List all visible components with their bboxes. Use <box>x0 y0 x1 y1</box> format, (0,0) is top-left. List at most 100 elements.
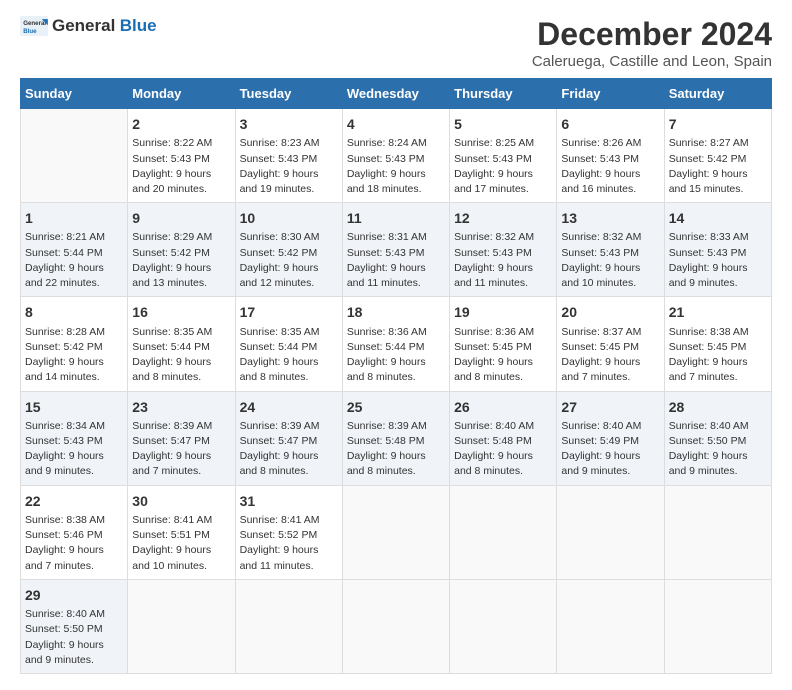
calendar-day-cell <box>664 485 771 579</box>
calendar-header-cell: Wednesday <box>342 79 449 109</box>
sunrise-text: Sunrise: 8:27 AM <box>669 137 749 149</box>
daylight-text: Daylight: 9 hours and 10 minutes. <box>561 262 640 289</box>
daylight-text: Daylight: 9 hours and 19 minutes. <box>240 168 319 195</box>
daylight-text: Daylight: 9 hours and 9 minutes. <box>25 639 104 666</box>
calendar-day-cell: 29Sunrise: 8:40 AMSunset: 5:50 PMDayligh… <box>21 579 128 673</box>
calendar-header-cell: Thursday <box>450 79 557 109</box>
sunrise-text: Sunrise: 8:40 AM <box>454 420 534 432</box>
sunset-text: Sunset: 5:44 PM <box>347 341 425 353</box>
calendar-day-cell: 11Sunrise: 8:31 AMSunset: 5:43 PMDayligh… <box>342 203 449 297</box>
sunrise-text: Sunrise: 8:35 AM <box>240 326 320 338</box>
daylight-text: Daylight: 9 hours and 18 minutes. <box>347 168 426 195</box>
sunrise-text: Sunrise: 8:36 AM <box>454 326 534 338</box>
sunset-text: Sunset: 5:49 PM <box>561 435 639 447</box>
sunset-text: Sunset: 5:45 PM <box>454 341 532 353</box>
day-number: 3 <box>240 114 338 134</box>
day-number: 7 <box>669 114 767 134</box>
sunset-text: Sunset: 5:48 PM <box>347 435 425 447</box>
day-number: 11 <box>347 208 445 228</box>
day-number: 13 <box>561 208 659 228</box>
calendar-day-cell <box>557 579 664 673</box>
calendar-header-cell: Monday <box>128 79 235 109</box>
sunset-text: Sunset: 5:52 PM <box>240 529 318 541</box>
day-number: 5 <box>454 114 552 134</box>
logo: General Blue General Blue <box>20 16 157 36</box>
calendar-day-cell: 7Sunrise: 8:27 AMSunset: 5:42 PMDaylight… <box>664 109 771 203</box>
calendar-day-cell <box>235 579 342 673</box>
day-number: 1 <box>25 208 123 228</box>
daylight-text: Daylight: 9 hours and 8 minutes. <box>454 450 533 477</box>
daylight-text: Daylight: 9 hours and 8 minutes. <box>454 356 533 383</box>
daylight-text: Daylight: 9 hours and 11 minutes. <box>454 262 533 289</box>
calendar-day-cell <box>342 485 449 579</box>
calendar-header-cell: Friday <box>557 79 664 109</box>
calendar-day-cell: 3Sunrise: 8:23 AMSunset: 5:43 PMDaylight… <box>235 109 342 203</box>
sunrise-text: Sunrise: 8:38 AM <box>25 514 105 526</box>
svg-text:Blue: Blue <box>23 28 37 35</box>
calendar-day-cell <box>21 109 128 203</box>
sunrise-text: Sunrise: 8:40 AM <box>669 420 749 432</box>
sunrise-text: Sunrise: 8:39 AM <box>132 420 212 432</box>
sunrise-text: Sunrise: 8:40 AM <box>561 420 641 432</box>
sunset-text: Sunset: 5:47 PM <box>132 435 210 447</box>
day-number: 6 <box>561 114 659 134</box>
calendar-day-cell: 8Sunrise: 8:28 AMSunset: 5:42 PMDaylight… <box>21 297 128 391</box>
calendar-week-row: 29Sunrise: 8:40 AMSunset: 5:50 PMDayligh… <box>21 579 772 673</box>
sunset-text: Sunset: 5:43 PM <box>454 153 532 165</box>
daylight-text: Daylight: 9 hours and 7 minutes. <box>669 356 748 383</box>
calendar-header-cell: Saturday <box>664 79 771 109</box>
day-number: 28 <box>669 397 767 417</box>
daylight-text: Daylight: 9 hours and 13 minutes. <box>132 262 211 289</box>
sunset-text: Sunset: 5:43 PM <box>454 247 532 259</box>
daylight-text: Daylight: 9 hours and 11 minutes. <box>240 544 319 571</box>
day-number: 18 <box>347 302 445 322</box>
calendar-day-cell: 15Sunrise: 8:34 AMSunset: 5:43 PMDayligh… <box>21 391 128 485</box>
sunrise-text: Sunrise: 8:24 AM <box>347 137 427 149</box>
sunset-text: Sunset: 5:42 PM <box>669 153 747 165</box>
calendar-day-cell <box>557 485 664 579</box>
sunrise-text: Sunrise: 8:38 AM <box>669 326 749 338</box>
calendar-day-cell: 12Sunrise: 8:32 AMSunset: 5:43 PMDayligh… <box>450 203 557 297</box>
subtitle: Caleruega, Castille and Leon, Spain <box>532 53 772 70</box>
calendar-day-cell <box>664 579 771 673</box>
sunrise-text: Sunrise: 8:32 AM <box>561 231 641 243</box>
day-number: 30 <box>132 491 230 511</box>
title-area: December 2024 Caleruega, Castille and Le… <box>532 16 772 70</box>
daylight-text: Daylight: 9 hours and 8 minutes. <box>347 450 426 477</box>
daylight-text: Daylight: 9 hours and 22 minutes. <box>25 262 104 289</box>
calendar-day-cell: 14Sunrise: 8:33 AMSunset: 5:43 PMDayligh… <box>664 203 771 297</box>
sunrise-text: Sunrise: 8:41 AM <box>132 514 212 526</box>
daylight-text: Daylight: 9 hours and 9 minutes. <box>25 450 104 477</box>
day-number: 29 <box>25 585 123 605</box>
day-number: 23 <box>132 397 230 417</box>
calendar-day-cell <box>128 579 235 673</box>
sunrise-text: Sunrise: 8:37 AM <box>561 326 641 338</box>
day-number: 4 <box>347 114 445 134</box>
calendar-week-row: 15Sunrise: 8:34 AMSunset: 5:43 PMDayligh… <box>21 391 772 485</box>
calendar-day-cell: 2Sunrise: 8:22 AMSunset: 5:43 PMDaylight… <box>128 109 235 203</box>
calendar-day-cell: 16Sunrise: 8:35 AMSunset: 5:44 PMDayligh… <box>128 297 235 391</box>
sunset-text: Sunset: 5:43 PM <box>132 153 210 165</box>
calendar-day-cell: 1Sunrise: 8:21 AMSunset: 5:44 PMDaylight… <box>21 203 128 297</box>
calendar-table: SundayMondayTuesdayWednesdayThursdayFrid… <box>20 78 772 674</box>
sunset-text: Sunset: 5:47 PM <box>240 435 318 447</box>
sunrise-text: Sunrise: 8:39 AM <box>347 420 427 432</box>
calendar-day-cell <box>450 485 557 579</box>
daylight-text: Daylight: 9 hours and 17 minutes. <box>454 168 533 195</box>
sunset-text: Sunset: 5:43 PM <box>561 247 639 259</box>
sunset-text: Sunset: 5:42 PM <box>25 341 103 353</box>
daylight-text: Daylight: 9 hours and 14 minutes. <box>25 356 104 383</box>
sunset-text: Sunset: 5:43 PM <box>25 435 103 447</box>
sunrise-text: Sunrise: 8:36 AM <box>347 326 427 338</box>
calendar-day-cell: 31Sunrise: 8:41 AMSunset: 5:52 PMDayligh… <box>235 485 342 579</box>
day-number: 26 <box>454 397 552 417</box>
calendar-week-row: 2Sunrise: 8:22 AMSunset: 5:43 PMDaylight… <box>21 109 772 203</box>
day-number: 16 <box>132 302 230 322</box>
calendar-day-cell: 21Sunrise: 8:38 AMSunset: 5:45 PMDayligh… <box>664 297 771 391</box>
calendar-header-cell: Tuesday <box>235 79 342 109</box>
day-number: 8 <box>25 302 123 322</box>
calendar-day-cell: 23Sunrise: 8:39 AMSunset: 5:47 PMDayligh… <box>128 391 235 485</box>
daylight-text: Daylight: 9 hours and 9 minutes. <box>669 450 748 477</box>
day-number: 21 <box>669 302 767 322</box>
calendar-day-cell: 24Sunrise: 8:39 AMSunset: 5:47 PMDayligh… <box>235 391 342 485</box>
